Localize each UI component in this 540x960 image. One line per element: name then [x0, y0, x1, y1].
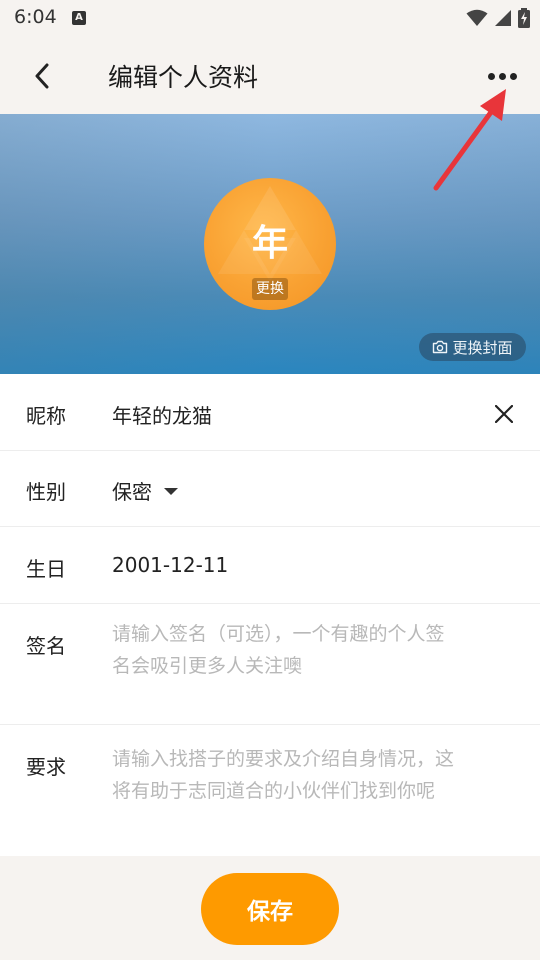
gender-value: 保密 — [112, 480, 152, 504]
status-bar: 6:04 A — [0, 0, 540, 36]
profile-cover: 年 更换 更换封面 — [0, 114, 540, 374]
notification-icon: A — [72, 11, 86, 25]
requirement-input[interactable]: 请输入找搭子的要求及介绍自身情况，这将有助于志同道合的小伙伴们找到你呢 — [112, 743, 462, 807]
back-button[interactable] — [26, 60, 58, 92]
avatar-text: 年 — [251, 223, 288, 264]
more-icon — [498, 72, 506, 80]
more-icon — [509, 72, 517, 80]
signature-label: 签名 — [26, 634, 66, 658]
more-icon — [487, 72, 495, 80]
profile-form: 昵称 年轻的龙猫 性别 保密 生日 2001-12-11 签名 请输入签名（可选… — [0, 374, 540, 856]
status-icons — [466, 6, 530, 30]
top-bar: 编辑个人资料 — [0, 36, 540, 114]
more-button[interactable] — [482, 62, 522, 90]
gender-label: 性别 — [26, 480, 66, 504]
bottom-bar: 保存 — [0, 856, 540, 960]
signal-icon — [495, 10, 511, 26]
save-button[interactable]: 保存 — [201, 873, 339, 945]
nickname-label: 昵称 — [26, 404, 66, 428]
status-time: 6:04 — [14, 6, 57, 28]
change-cover-label: 更换封面 — [452, 338, 513, 357]
nickname-input[interactable]: 年轻的龙猫 — [112, 400, 212, 429]
page-title: 编辑个人资料 — [108, 63, 259, 92]
change-avatar-label[interactable]: 更换 — [252, 278, 288, 300]
clear-nickname-button[interactable] — [490, 400, 518, 428]
signature-row: 签名 请输入签名（可选），一个有趣的个人签名会吸引更多人关注噢 — [0, 604, 540, 725]
battery-icon — [518, 8, 530, 28]
wifi-icon — [466, 9, 488, 26]
close-icon — [495, 405, 513, 423]
camera-icon — [433, 340, 448, 354]
change-cover-button[interactable]: 更换封面 — [419, 333, 526, 361]
back-arrow-icon — [35, 63, 49, 89]
birthday-value[interactable]: 2001-12-11 — [112, 553, 228, 577]
avatar[interactable]: 年 更换 — [204, 178, 336, 310]
requirement-row: 要求 请输入找搭子的要求及介绍自身情况，这将有助于志同道合的小伙伴们找到你呢 — [0, 725, 540, 856]
nickname-row: 昵称 年轻的龙猫 — [0, 374, 540, 451]
gender-select[interactable]: 保密 — [112, 476, 178, 505]
gender-row[interactable]: 性别 保密 — [0, 451, 540, 527]
birthday-label: 生日 — [26, 557, 66, 581]
requirement-label: 要求 — [26, 755, 66, 779]
birthday-row[interactable]: 生日 2001-12-11 — [0, 527, 540, 604]
dropdown-caret-icon — [164, 488, 178, 495]
signature-input[interactable]: 请输入签名（可选），一个有趣的个人签名会吸引更多人关注噢 — [112, 618, 462, 682]
